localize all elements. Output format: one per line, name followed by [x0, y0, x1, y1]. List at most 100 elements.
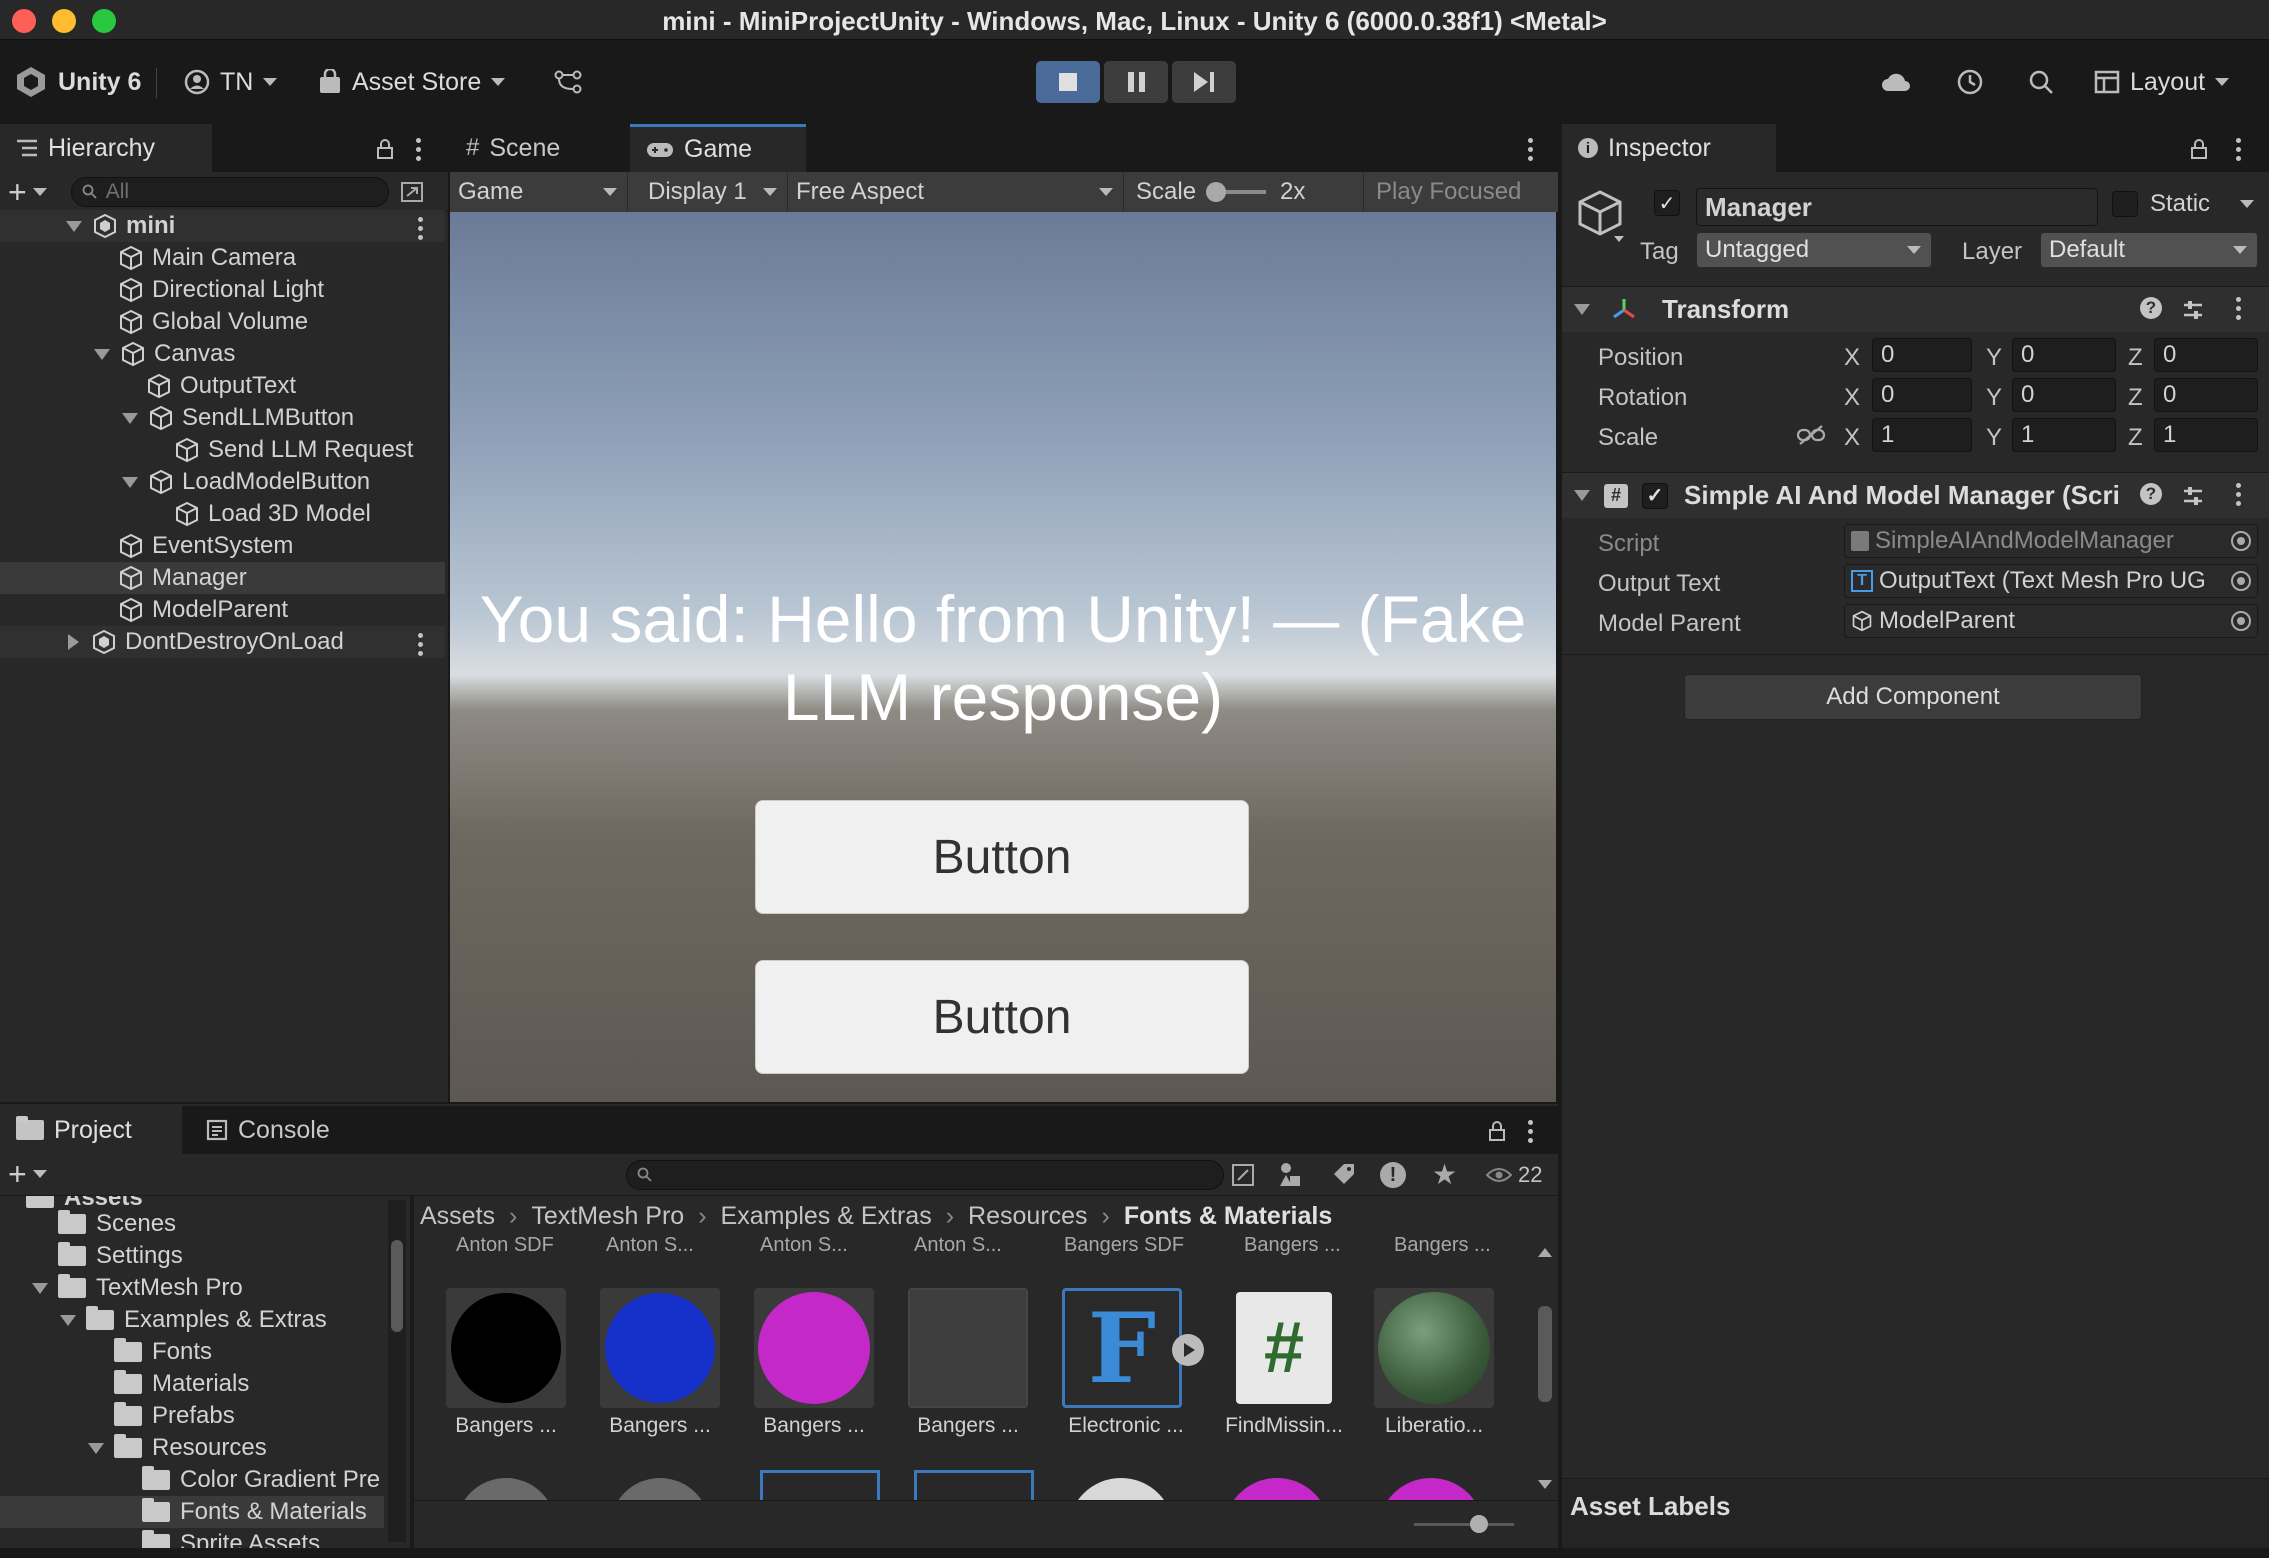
position-x-field[interactable]: 0 [1872, 338, 1972, 372]
filter-by-type-icon[interactable] [1278, 1162, 1304, 1188]
account-button[interactable]: TN [184, 62, 278, 102]
scene-visibility-icon[interactable] [399, 180, 425, 204]
scale-z-field[interactable]: 1 [2154, 418, 2258, 452]
asset-tile-font[interactable]: F [1062, 1288, 1182, 1408]
folder-materials[interactable]: Materials [114, 1368, 249, 1400]
version-control-button[interactable] [554, 62, 582, 102]
layer-dropdown[interactable]: Default [2040, 232, 2258, 268]
label-icon[interactable] [1330, 1162, 1356, 1188]
folder-examples-extras[interactable]: Examples & Extras [60, 1304, 327, 1336]
hierarchy-item-send-llm-request[interactable]: Send LLM Request [0, 434, 445, 466]
presets-icon[interactable] [2182, 485, 2204, 507]
scale-y-field[interactable]: 1 [2012, 418, 2116, 452]
project-menu-icon[interactable] [1528, 1120, 1534, 1143]
rotation-x-field[interactable]: 0 [1872, 378, 1972, 412]
send-llm-button[interactable]: Button [755, 800, 1249, 914]
tab-game[interactable]: Game [630, 124, 806, 172]
add-component-button[interactable]: Add Component [1684, 674, 2142, 720]
lock-icon[interactable] [376, 138, 394, 160]
folder-resources[interactable]: Resources [88, 1432, 267, 1464]
hierarchy-item-outputtext[interactable]: OutputText [0, 370, 445, 402]
component-menu-icon[interactable] [2236, 483, 2242, 506]
gameobject-large-icon[interactable] [1574, 188, 1626, 244]
transform-menu-icon[interactable] [2236, 297, 2242, 320]
asset-tile[interactable] [446, 1288, 566, 1408]
collapse-icon[interactable] [66, 220, 82, 232]
asset-grid-scrollbar[interactable] [1532, 1244, 1558, 1500]
hierarchy-menu-icon[interactable] [416, 138, 422, 161]
rotation-y-field[interactable]: 0 [2012, 378, 2116, 412]
step-button[interactable] [1172, 61, 1236, 103]
object-name-field[interactable]: Manager [1696, 188, 2098, 226]
folder-tree-scroll-thumb[interactable] [391, 1240, 403, 1332]
object-picker-icon[interactable] [2231, 571, 2251, 591]
hierarchy-item-dontdestroyonload[interactable]: DontDestroyOnLoad [0, 626, 445, 658]
hierarchy-item-sendllmbutton[interactable]: SendLLMButton [0, 402, 445, 434]
aspect-dropdown[interactable]: Free Aspect [788, 172, 1124, 212]
folder-prefabs[interactable]: Prefabs [114, 1400, 235, 1432]
collapse-icon[interactable] [1574, 490, 1590, 501]
position-y-field[interactable]: 0 [2012, 338, 2116, 372]
icon-size-slider-thumb[interactable] [1470, 1515, 1488, 1533]
pause-button[interactable] [1104, 61, 1168, 103]
tab-scene[interactable]: # Scene [450, 124, 624, 172]
create-button[interactable]: + [8, 176, 47, 208]
play-icon[interactable] [1172, 1334, 1204, 1366]
layout-button[interactable]: Layout [2094, 62, 2230, 102]
collapse-icon[interactable] [122, 412, 138, 424]
breadcrumb-item[interactable]: Examples & Extras [721, 1202, 932, 1231]
asset-store-button[interactable]: Asset Store [318, 62, 506, 102]
play-focused-toggle[interactable]: Play Focused [1364, 172, 1558, 212]
presets-icon[interactable] [2182, 299, 2204, 321]
hierarchy-item-main-camera[interactable]: Main Camera [0, 242, 445, 274]
unlink-icon[interactable] [1796, 424, 1826, 446]
collapse-icon[interactable] [122, 476, 138, 488]
active-toggle[interactable]: ✓ [1654, 190, 1680, 216]
hierarchy-item-canvas[interactable]: Canvas [0, 338, 445, 370]
project-create-button[interactable]: + [8, 1158, 47, 1190]
position-z-field[interactable]: 0 [2154, 338, 2258, 372]
tab-inspector[interactable]: i Inspector [1562, 124, 1776, 172]
help-icon[interactable]: ? [2140, 297, 2162, 319]
hierarchy-item-mini[interactable]: mini [0, 210, 445, 242]
hierarchy-item-loadmodelbutton[interactable]: LoadModelButton [0, 466, 445, 498]
tab-hierarchy[interactable]: Hierarchy [0, 124, 212, 172]
collapse-icon[interactable] [32, 1282, 48, 1294]
help-icon[interactable]: ? [2140, 483, 2162, 505]
game-tab-menu-icon[interactable] [1528, 138, 1534, 161]
expand-icon[interactable] [68, 634, 79, 650]
breadcrumb-item[interactable]: TextMesh Pro [531, 1202, 684, 1231]
static-toggle[interactable]: Static [2112, 190, 2255, 218]
rotation-z-field[interactable]: 0 [2154, 378, 2258, 412]
search-button[interactable] [2028, 62, 2054, 102]
tab-console[interactable]: Console [190, 1106, 360, 1154]
inspector-menu-icon[interactable] [2236, 138, 2242, 161]
folder-fonts-materials[interactable]: Fonts & Materials [0, 1496, 384, 1528]
cloud-button[interactable] [1880, 62, 1912, 102]
breadcrumb-item[interactable]: Resources [968, 1202, 1088, 1231]
chevron-down-icon[interactable] [2240, 200, 2255, 208]
play-stop-button[interactable] [1036, 61, 1100, 103]
asset-tile[interactable] [600, 1288, 720, 1408]
asset-tile[interactable] [908, 1288, 1028, 1408]
scale-x-field[interactable]: 1 [1872, 418, 1972, 452]
unity-version-button[interactable]: Unity 6 [14, 62, 141, 102]
visibility-count[interactable]: 22 [1486, 1162, 1542, 1188]
transform-header[interactable]: Transform ? [1562, 286, 2269, 332]
tab-project[interactable]: Project [0, 1106, 182, 1154]
hierarchy-search-input[interactable]: All [70, 176, 389, 207]
collapse-icon[interactable] [94, 348, 110, 360]
scene-menu-icon[interactable] [418, 633, 424, 656]
folder-fonts[interactable]: Fonts [114, 1336, 212, 1368]
folder-textmesh-pro[interactable]: TextMesh Pro [32, 1272, 243, 1304]
panel-splitter[interactable] [410, 1196, 414, 1550]
game-mode-dropdown[interactable]: Game [450, 172, 628, 212]
asset-tile[interactable] [1374, 1288, 1494, 1408]
log-types-icon[interactable]: ! [1380, 1162, 1406, 1188]
project-search-input[interactable] [626, 1160, 1224, 1190]
asset-grid-scroll-thumb[interactable] [1538, 1306, 1552, 1402]
game-viewport[interactable]: You said: Hello from Unity! — (Fake LLM … [450, 212, 1556, 1102]
collapse-icon[interactable] [1574, 304, 1590, 315]
hierarchy-item-manager[interactable]: Manager [0, 562, 445, 594]
scale-slider-thumb[interactable] [1206, 182, 1227, 202]
